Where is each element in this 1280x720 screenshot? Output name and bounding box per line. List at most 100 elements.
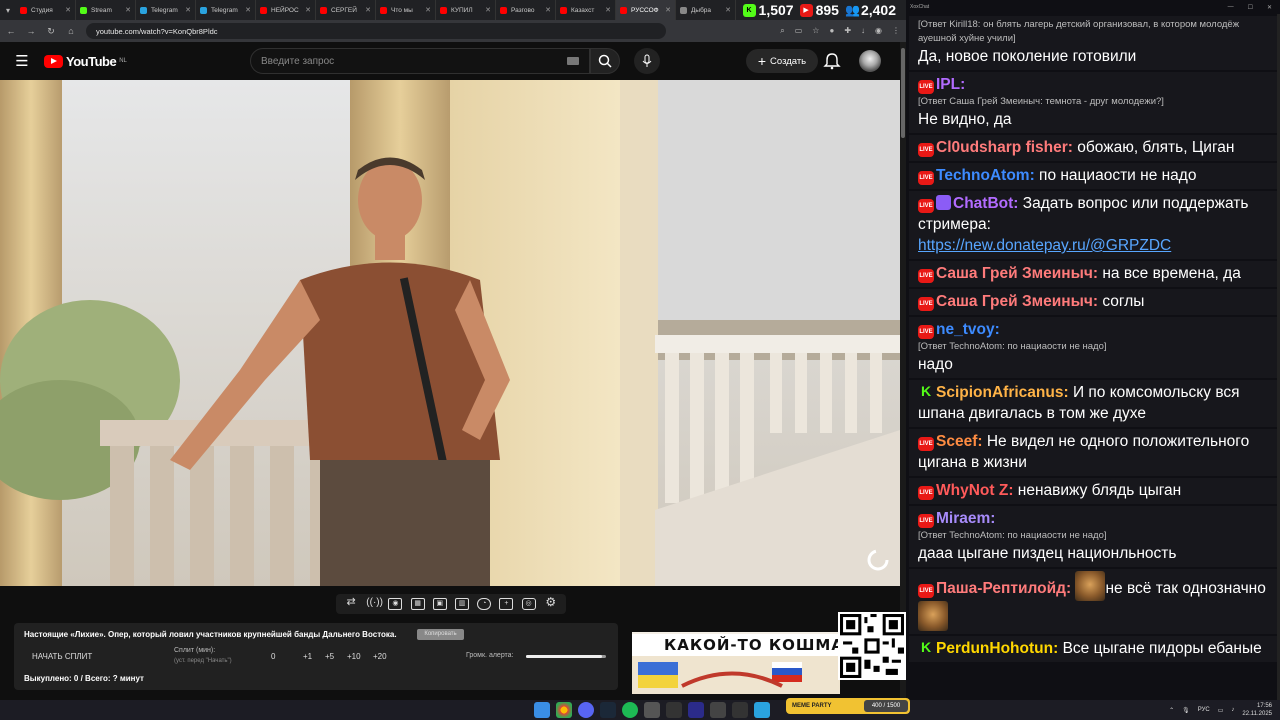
browser-tab[interactable]: Студия ✕: [16, 0, 76, 20]
increment-20-button[interactable]: +20: [373, 652, 387, 661]
chat-username[interactable]: Sceef:: [936, 433, 983, 450]
notifications-bell-icon[interactable]: [823, 52, 841, 70]
maximize-icon[interactable]: ☐: [1248, 4, 1253, 11]
browser-tab[interactable]: Разгово ✕: [496, 0, 556, 20]
bookmark-star-icon[interactable]: ☆: [812, 26, 819, 36]
network-icon[interactable]: ▭: [1218, 707, 1224, 714]
chat-username[interactable]: Саша Грей Змеиныч:: [936, 265, 1098, 282]
steam-icon[interactable]: [600, 702, 616, 718]
cinema-icon[interactable]: ◉: [388, 598, 403, 610]
tab-close-icon[interactable]: ✕: [245, 6, 251, 14]
page-scroll-thumb[interactable]: [901, 48, 905, 138]
tab-close-icon[interactable]: ✕: [605, 6, 611, 14]
spotify-icon[interactable]: [622, 702, 638, 718]
tab-close-icon[interactable]: ✕: [305, 6, 311, 14]
chat-username[interactable]: ne_tvoy:: [936, 321, 1000, 338]
zoom-icon[interactable]: ⌕: [780, 26, 784, 36]
pip-icon[interactable]: ▣: [432, 598, 447, 610]
tab-search-icon[interactable]: ▾: [0, 0, 16, 20]
back-icon[interactable]: ←: [6, 26, 16, 36]
download-icon[interactable]: ↓: [861, 26, 865, 36]
tab-close-icon[interactable]: ✕: [425, 6, 431, 14]
chat-username[interactable]: Саша Грей Змеиныч:: [936, 293, 1098, 310]
settings-gear-icon[interactable]: ⚙: [544, 596, 558, 610]
start-split-button[interactable]: НАЧАТЬ СПЛИТ: [32, 652, 92, 661]
chat-username[interactable]: ChatBot:: [953, 195, 1018, 212]
menu-dots-icon[interactable]: ⋮: [892, 26, 900, 36]
extension-icon[interactable]: ●: [829, 26, 834, 36]
chat-username[interactable]: IPL:: [936, 76, 965, 93]
increment-10-button[interactable]: +10: [347, 652, 361, 661]
chat-username[interactable]: TechnoAtom:: [936, 167, 1035, 184]
tab-close-icon[interactable]: ✕: [125, 6, 131, 14]
tab-close-icon[interactable]: ✕: [545, 6, 551, 14]
telegram-icon[interactable]: [754, 702, 770, 718]
cast-icon[interactable]: ▭: [795, 26, 803, 36]
tray-chevron-icon[interactable]: ⌃: [1169, 707, 1174, 714]
film-icon[interactable]: ▦: [410, 598, 425, 610]
reload-icon[interactable]: ↻: [46, 26, 56, 37]
obs-icon[interactable]: [644, 702, 660, 718]
split-value[interactable]: 0: [271, 652, 275, 661]
chat-link[interactable]: https://new.donatepay.ru/@GRPZDC: [918, 237, 1171, 254]
lang-indicator[interactable]: РУС: [1198, 707, 1210, 713]
puzzle-icon[interactable]: ✚: [844, 26, 851, 36]
chrome-icon[interactable]: [556, 702, 572, 718]
browser-tab[interactable]: Telegram ✕: [196, 0, 256, 20]
avatar[interactable]: [859, 50, 881, 72]
search-button[interactable]: [590, 48, 620, 74]
forward-icon[interactable]: →: [26, 26, 36, 36]
chat-username[interactable]: Miraem:: [936, 510, 995, 527]
clock[interactable]: 17:56 22.11.2025: [1242, 702, 1272, 718]
close-icon[interactable]: ✕: [1267, 4, 1272, 11]
browser-tab[interactable]: Что мы ✕: [376, 0, 436, 20]
browser-tab[interactable]: НЕЙРОС ✕: [256, 0, 316, 20]
alert-volume-slider[interactable]: [526, 655, 606, 658]
player-icon[interactable]: [688, 702, 704, 718]
copy-button[interactable]: Копировать: [417, 629, 464, 640]
chat-username[interactable]: WhyNot Z:: [936, 482, 1013, 499]
tool-icon[interactable]: [732, 702, 748, 718]
home-icon[interactable]: ⌂: [66, 26, 76, 36]
browser-tab[interactable]: СЕРГЕЙ ✕: [316, 0, 376, 20]
hamburger-menu-icon[interactable]: ☰: [0, 52, 44, 70]
browser-tab[interactable]: Дыбра ✕: [676, 0, 736, 20]
speed-icon[interactable]: ◔: [477, 598, 492, 610]
browser-tab[interactable]: РУССОФ ✕: [616, 0, 676, 20]
theater-icon[interactable]: ▥: [455, 598, 470, 610]
app-icon[interactable]: [666, 702, 682, 718]
tab-close-icon[interactable]: ✕: [65, 6, 71, 14]
tab-close-icon[interactable]: ✕: [725, 6, 731, 14]
browser-tab[interactable]: Telegram ✕: [136, 0, 196, 20]
loop-icon[interactable]: ⇄: [344, 597, 358, 610]
voice-search-button[interactable]: [634, 48, 660, 74]
chat-username[interactable]: Паша-Рептилойд:: [936, 580, 1071, 597]
tab-close-icon[interactable]: ✕: [185, 6, 191, 14]
video-player[interactable]: [0, 80, 900, 586]
browser-tab[interactable]: КУПИЛ ✕: [436, 0, 496, 20]
chat-username[interactable]: Cl0udsharp fisher:: [936, 139, 1073, 156]
microphone-tray-icon[interactable]: 🎙: [1182, 707, 1190, 714]
minimize-icon[interactable]: —: [1228, 4, 1234, 11]
tab-close-icon[interactable]: ✕: [485, 6, 491, 14]
windows-start-icon[interactable]: [534, 702, 550, 718]
search-input[interactable]: Введите запрос: [250, 48, 590, 74]
create-button[interactable]: + Создать: [746, 49, 818, 73]
keyboard-icon[interactable]: [567, 57, 579, 65]
volume-icon[interactable]: ♪: [1231, 707, 1234, 713]
increment-1-button[interactable]: +1: [303, 652, 312, 661]
screenshot-camera-icon[interactable]: ◎: [521, 598, 536, 610]
browser-tab[interactable]: Казахст ✕: [556, 0, 616, 20]
tab-close-icon[interactable]: ✕: [365, 6, 371, 14]
broadcast-icon[interactable]: ((·)): [366, 598, 383, 610]
explorer-icon[interactable]: [710, 702, 726, 718]
url-field[interactable]: youtube.com/watch?v=KonQbr8Pldc: [86, 23, 666, 39]
youtube-logo[interactable]: YouTube NL: [44, 54, 127, 69]
add-clip-icon[interactable]: +: [499, 598, 514, 610]
chat-username[interactable]: ScipionAfricanus:: [936, 384, 1069, 401]
browser-tab[interactable]: Stream ✕: [76, 0, 136, 20]
discord-icon[interactable]: [578, 702, 594, 718]
tab-close-icon[interactable]: ✕: [665, 6, 671, 14]
increment-5-button[interactable]: +5: [325, 652, 334, 661]
profile-icon[interactable]: ◉: [875, 26, 882, 36]
